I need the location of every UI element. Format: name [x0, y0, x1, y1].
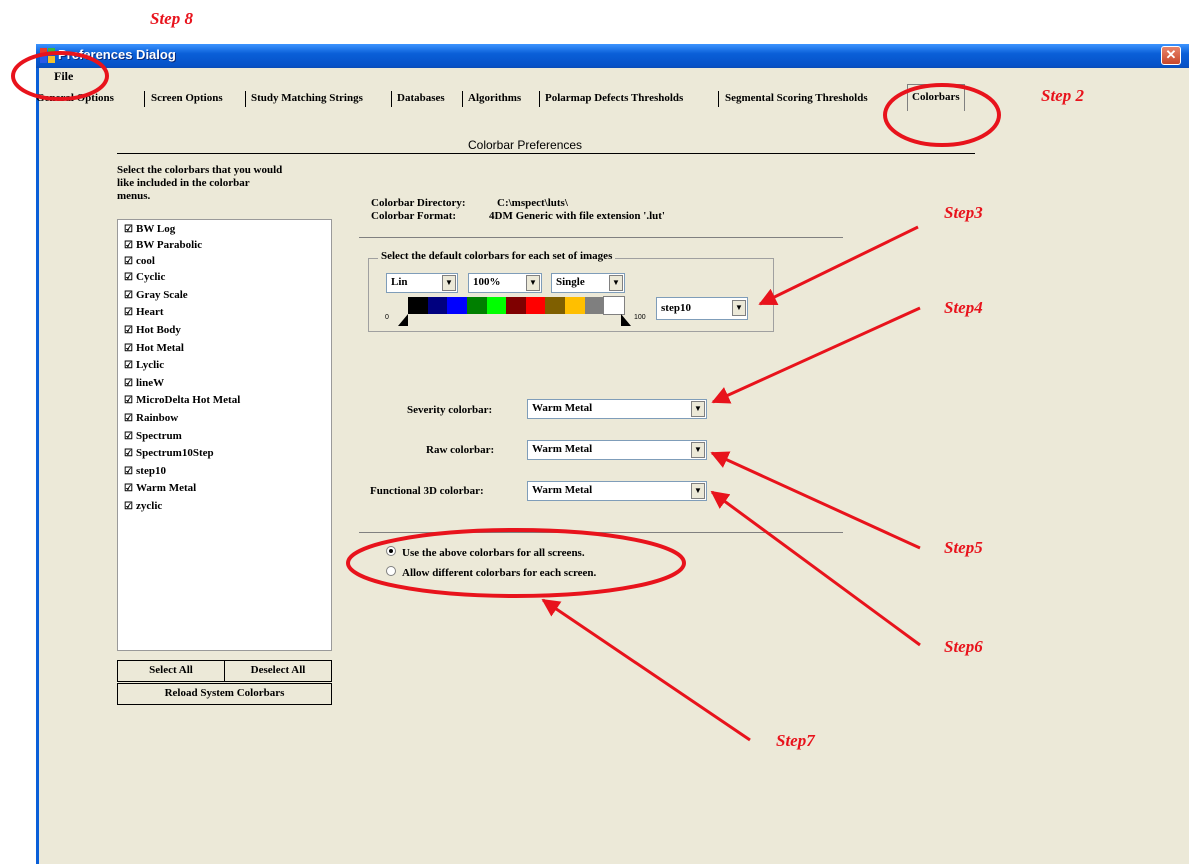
highlight-circle-colorbars-tab: [883, 83, 1001, 147]
step8-annotation: Step 8: [150, 9, 193, 28]
step2-annotation: Step 2: [1041, 86, 1084, 105]
step7-arrow: [541, 598, 751, 742]
step5-arrow: [710, 451, 921, 550]
step6-annotation: Step6: [944, 637, 983, 656]
step6-arrow: [710, 490, 921, 647]
highlight-circle-file-menu: [11, 51, 109, 101]
step4-annotation: Step4: [944, 298, 983, 317]
step3-arrow: [758, 225, 919, 306]
step4-arrow: [711, 306, 921, 404]
step5-annotation: Step5: [944, 538, 983, 557]
step3-annotation: Step3: [944, 203, 983, 222]
step7-annotation: Step7: [776, 731, 815, 750]
highlight-circle-radios: [346, 528, 686, 598]
annotation-overlay: [11, 51, 1001, 742]
